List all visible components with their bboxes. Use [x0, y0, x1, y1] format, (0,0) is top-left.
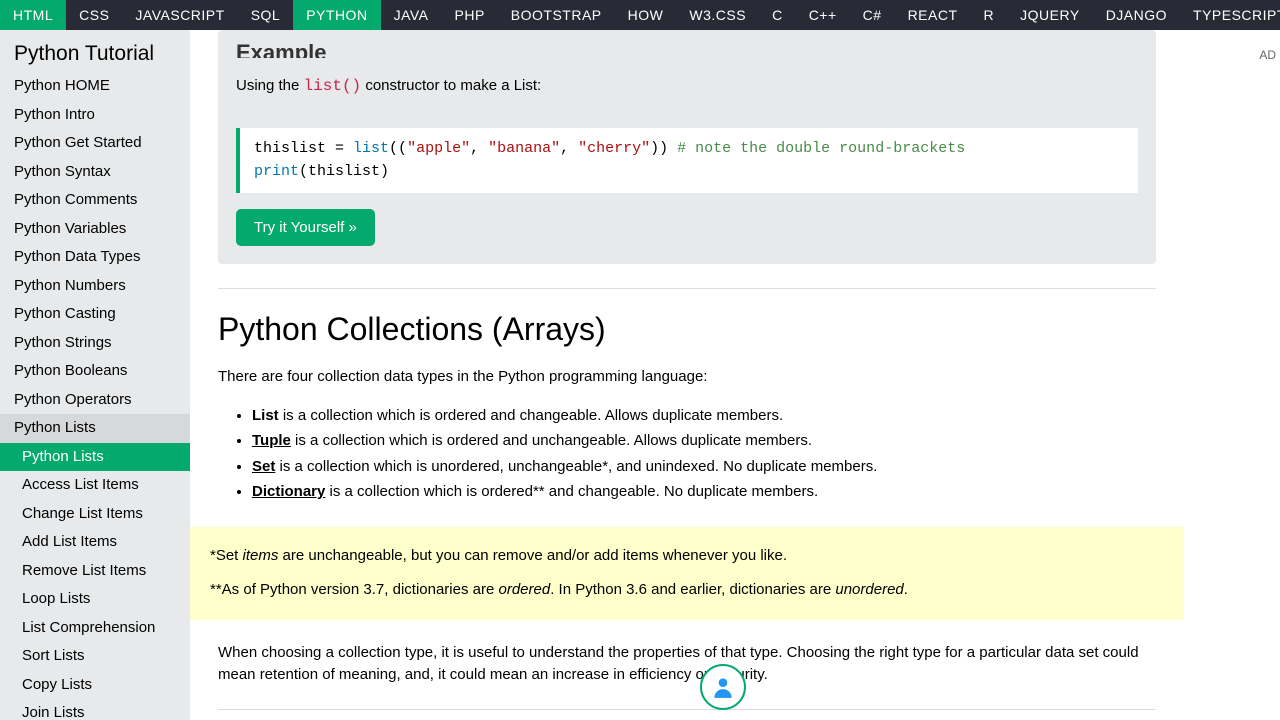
avatar-button[interactable] [700, 664, 746, 710]
topnav-item[interactable]: DJANGO [1093, 0, 1180, 30]
topnav-item[interactable]: JAVA [381, 0, 442, 30]
sidebar-item[interactable]: Python Comments [0, 186, 190, 215]
closing-paragraph: When choosing a collection type, it is u… [218, 642, 1156, 687]
topnav-item[interactable]: TYPESCRIPT [1180, 0, 1280, 30]
sidebar-item[interactable]: Python Data Types [0, 243, 190, 272]
topnav-item[interactable]: C# [850, 0, 895, 30]
section-heading: Python Collections (Arrays) [218, 311, 1156, 348]
topnav-item[interactable]: HOW TO [615, 0, 677, 30]
topnav-item[interactable]: PHP [442, 0, 498, 30]
section-intro: There are four collection data types in … [218, 366, 1156, 389]
user-icon [710, 674, 736, 700]
topnav-item[interactable]: REACT [895, 0, 971, 30]
list-item: List is a collection which is ordered an… [252, 403, 1156, 429]
sidebar-item[interactable]: Python Lists [0, 414, 190, 443]
note-line-1: *Set items are unchangeable, but you can… [210, 545, 1164, 568]
topnav-item[interactable]: JQUERY [1007, 0, 1093, 30]
divider [218, 709, 1156, 710]
note-box: *Set items are unchangeable, but you can… [190, 527, 1184, 620]
ad-label: AD [1259, 48, 1276, 62]
sidebar-item[interactable]: Python Numbers [0, 272, 190, 301]
top-nav: HTMLCSSJAVASCRIPTSQLPYTHONJAVAPHPBOOTSTR… [0, 0, 1280, 30]
note-line-2: **As of Python version 3.7, dictionaries… [210, 579, 1164, 602]
sidebar-item[interactable]: Change List Items [0, 500, 190, 529]
sidebar-item[interactable]: Copy Lists [0, 671, 190, 700]
sidebar-item[interactable]: Python Get Started [0, 129, 190, 158]
example-intro: Using the list() constructor to make a L… [236, 58, 1138, 114]
sidebar-item[interactable]: Sort Lists [0, 642, 190, 671]
sidebar: Python Tutorial Python HOMEPython IntroP… [0, 30, 190, 720]
collections-list: List is a collection which is ordered an… [252, 403, 1156, 505]
ad-panel: AD [1184, 30, 1280, 720]
sidebar-item[interactable]: Loop Lists [0, 585, 190, 614]
list-item: Tuple is a collection which is ordered a… [252, 428, 1156, 454]
sidebar-item[interactable]: Python Booleans [0, 357, 190, 386]
try-it-button[interactable]: Try it Yourself » [236, 209, 375, 246]
sidebar-item[interactable]: Python Syntax [0, 158, 190, 187]
sidebar-item[interactable]: Python Intro [0, 101, 190, 130]
sidebar-item[interactable]: Python HOME [0, 72, 190, 101]
code-block: thislist = list(("apple", "banana", "che… [236, 128, 1138, 193]
topnav-item[interactable]: HTML [0, 0, 66, 30]
inline-code: list() [304, 77, 362, 95]
topnav-item[interactable]: C++ [796, 0, 850, 30]
topnav-item[interactable]: R [971, 0, 1008, 30]
main-content: Example Using the list() constructor to … [190, 30, 1184, 720]
sidebar-item[interactable]: List Comprehension [0, 614, 190, 643]
sidebar-item[interactable]: Add List Items [0, 528, 190, 557]
sidebar-item[interactable]: Python Strings [0, 329, 190, 358]
collection-link[interactable]: Tuple [252, 432, 291, 449]
list-item: Dictionary is a collection which is orde… [252, 479, 1156, 505]
topnav-item[interactable]: CSS [66, 0, 122, 30]
list-item: Set is a collection which is unordered, … [252, 454, 1156, 480]
example-heading: Example [236, 30, 1138, 58]
topnav-item[interactable]: C [759, 0, 796, 30]
sidebar-item[interactable]: Python Casting [0, 300, 190, 329]
sidebar-item[interactable]: Python Variables [0, 215, 190, 244]
topnav-item[interactable]: JAVASCRIPT [122, 0, 237, 30]
collection-link[interactable]: Dictionary [252, 483, 325, 500]
sidebar-item[interactable]: Python Operators [0, 386, 190, 415]
sidebar-item[interactable]: Remove List Items [0, 557, 190, 586]
sidebar-item[interactable]: Access List Items [0, 471, 190, 500]
divider [218, 288, 1156, 289]
topnav-item[interactable]: BOOTSTRAP [498, 0, 615, 30]
sidebar-title: Python Tutorial [0, 30, 190, 72]
topnav-item[interactable]: SQL [238, 0, 294, 30]
topnav-item[interactable]: PYTHON [293, 0, 380, 30]
collection-link[interactable]: Set [252, 458, 275, 475]
example-box: Example Using the list() constructor to … [218, 30, 1156, 264]
sidebar-item[interactable]: Python Lists [0, 443, 190, 472]
topnav-item[interactable]: W3.CSS [676, 0, 759, 30]
sidebar-item[interactable]: Join Lists [0, 699, 190, 720]
